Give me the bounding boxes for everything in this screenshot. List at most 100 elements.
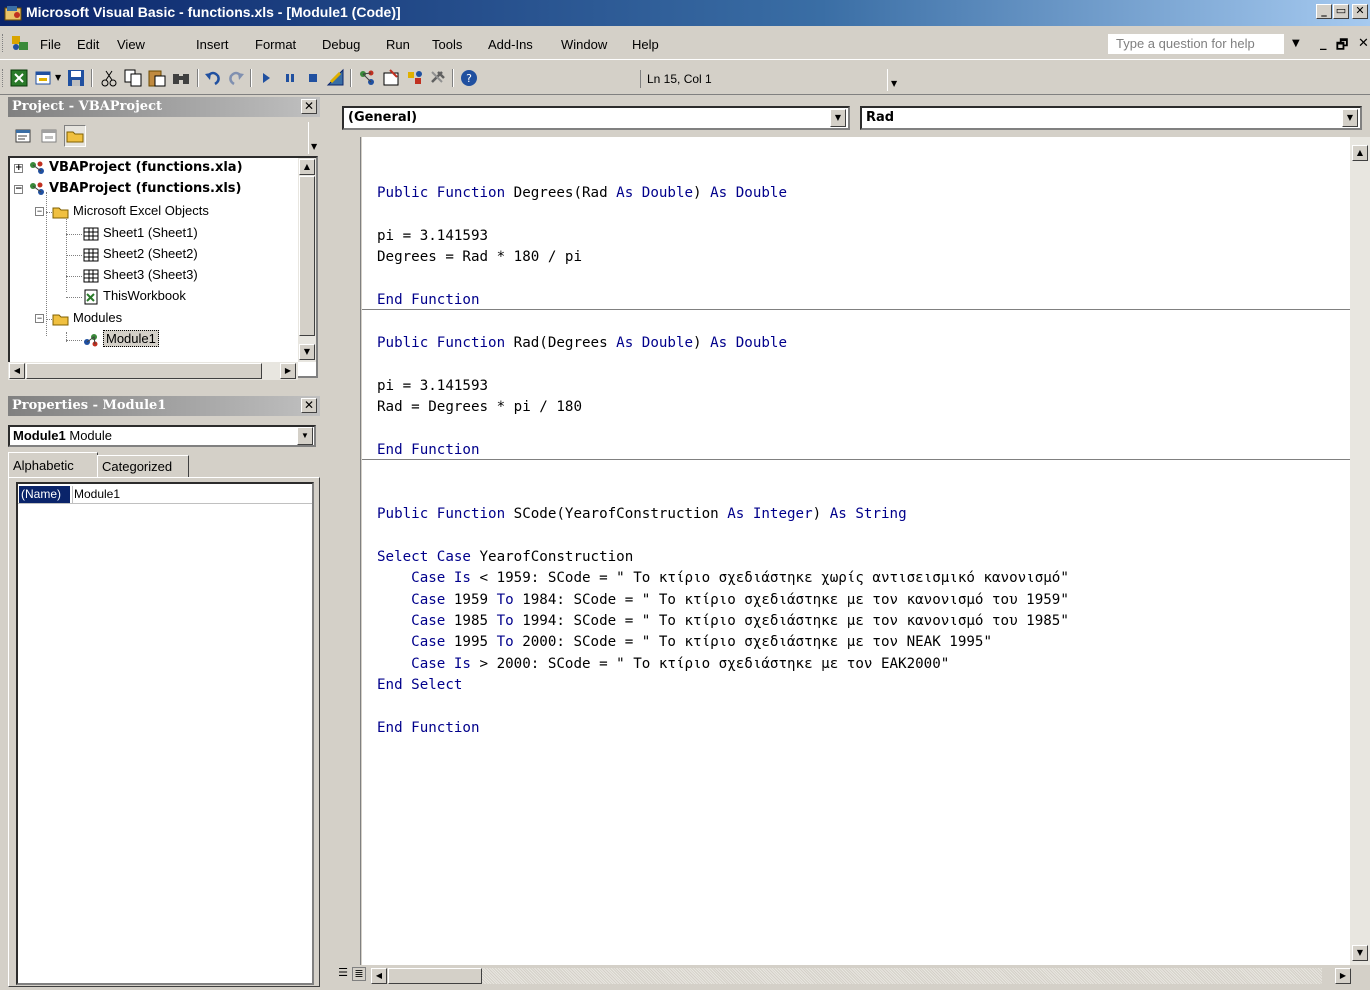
scroll-left-icon[interactable]: ◀ bbox=[9, 363, 25, 379]
insert-userform-icon[interactable] bbox=[33, 68, 53, 88]
undo-icon[interactable] bbox=[203, 68, 223, 88]
code-line[interactable]: Select Case YearofConstruction bbox=[377, 547, 633, 567]
scroll-left-icon[interactable]: ◀ bbox=[371, 968, 387, 984]
toggle-folders-button[interactable] bbox=[64, 125, 86, 147]
run-icon[interactable] bbox=[256, 68, 276, 88]
code-vscroll[interactable]: ▲ ▼ bbox=[1350, 137, 1370, 965]
code-line[interactable]: Public Function SCode(YearofConstruction… bbox=[377, 504, 907, 524]
chevron-down-icon[interactable]: ▼ bbox=[830, 109, 846, 127]
help-search-input[interactable]: Type a question for help bbox=[1108, 34, 1284, 54]
full-module-view-icon[interactable]: ≣ bbox=[352, 967, 366, 981]
project-panel-close-button[interactable]: ✕ bbox=[301, 99, 317, 114]
tab-alphabetic[interactable]: Alphabetic bbox=[8, 452, 98, 478]
menu-insert[interactable]: Insert bbox=[196, 37, 229, 52]
scroll-down-icon[interactable]: ▼ bbox=[299, 344, 315, 360]
copy-icon[interactable] bbox=[123, 68, 143, 88]
toolbar-grip[interactable] bbox=[2, 69, 5, 87]
scroll-down-icon[interactable]: ▼ bbox=[1352, 945, 1368, 961]
menubar-grip[interactable] bbox=[2, 34, 5, 52]
procedure-view-icon[interactable]: ☰ bbox=[336, 967, 350, 981]
mdi-close-button[interactable]: ✕ bbox=[1358, 36, 1369, 51]
object-browser-icon[interactable] bbox=[405, 68, 425, 88]
property-row-name[interactable]: (Name) Module1 bbox=[18, 486, 312, 504]
code-line[interactable]: Public Function Rad(Degrees As Double) A… bbox=[377, 333, 787, 353]
project-explorer-icon[interactable] bbox=[357, 68, 377, 88]
chevron-down-icon[interactable]: ▼ bbox=[297, 427, 313, 445]
collapse-icon[interactable]: − bbox=[35, 207, 44, 216]
mdi-restore-button[interactable]: 🗗 bbox=[1336, 36, 1348, 58]
save-icon[interactable] bbox=[66, 68, 86, 88]
help-icon[interactable]: ? bbox=[459, 68, 479, 88]
code-line[interactable]: Case Is < 1959: SCode = " Το κτίριο σχεδ… bbox=[377, 568, 1069, 588]
project-toolbar-options[interactable]: ▼ bbox=[308, 122, 320, 154]
view-object-button[interactable] bbox=[38, 125, 60, 147]
paste-icon[interactable] bbox=[147, 68, 167, 88]
menu-edit[interactable]: Edit bbox=[77, 37, 99, 52]
expand-icon[interactable]: + bbox=[14, 164, 23, 173]
code-editor[interactable]: Public Function Degrees(Rad As Double) A… bbox=[362, 137, 1350, 965]
tree-item-module1[interactable]: Module1 bbox=[82, 329, 159, 349]
toolbox-icon[interactable] bbox=[428, 68, 448, 88]
properties-panel-close-button[interactable]: ✕ bbox=[301, 398, 317, 413]
tab-categorized[interactable]: Categorized bbox=[97, 455, 189, 478]
scroll-right-icon[interactable]: ▶ bbox=[280, 363, 296, 379]
code-line[interactable]: End Function bbox=[377, 718, 480, 738]
insert-dropdown-icon[interactable]: ▼ bbox=[55, 73, 61, 82]
help-dropdown-icon[interactable]: ▼ bbox=[1292, 38, 1300, 49]
code-margin-indicator-bar[interactable] bbox=[333, 137, 361, 965]
scroll-thumb[interactable] bbox=[26, 363, 262, 379]
mdi-minimize-button[interactable]: _ bbox=[1320, 36, 1327, 51]
tree-item-vbaproject-xls[interactable]: − VBAProject (functions.xls) bbox=[12, 179, 242, 199]
menu-format[interactable]: Format bbox=[255, 37, 296, 52]
cut-icon[interactable] bbox=[99, 68, 119, 88]
restore-button[interactable]: ▭ bbox=[1333, 4, 1349, 19]
menu-file[interactable]: File bbox=[40, 37, 61, 52]
redo-icon[interactable] bbox=[226, 68, 246, 88]
break-icon[interactable] bbox=[280, 68, 300, 88]
minimize-button[interactable]: _ bbox=[1316, 4, 1332, 19]
find-icon[interactable] bbox=[171, 68, 191, 88]
tree-item-sheet1[interactable]: Sheet1 (Sheet1) bbox=[82, 223, 198, 243]
procedure-combo[interactable]: Rad ▼ bbox=[860, 106, 1362, 130]
excel-vba-icon[interactable] bbox=[10, 34, 30, 52]
tree-item-sheet3[interactable]: Sheet3 (Sheet3) bbox=[82, 265, 198, 285]
tree-item-vbaproject-xla[interactable]: + VBAProject (functions.xla) bbox=[12, 158, 243, 178]
scroll-right-icon[interactable]: ▶ bbox=[1335, 968, 1351, 984]
scroll-thumb[interactable] bbox=[299, 176, 315, 336]
code-line[interactable]: End Function bbox=[377, 440, 480, 460]
code-line[interactable]: Case 1995 To 2000: SCode = " Το κτίριο σ… bbox=[377, 632, 992, 652]
code-line[interactable]: pi = 3.141593 bbox=[377, 376, 488, 396]
hscroll-track[interactable] bbox=[482, 968, 1322, 984]
chevron-down-icon[interactable]: ▼ bbox=[1342, 109, 1358, 127]
menu-help[interactable]: Help bbox=[632, 37, 659, 52]
reset-icon[interactable] bbox=[303, 68, 323, 88]
view-code-button[interactable] bbox=[12, 125, 34, 147]
view-excel-icon[interactable] bbox=[9, 68, 29, 88]
code-line[interactable]: Case Is > 2000: SCode = " Το κτίριο σχεδ… bbox=[377, 654, 949, 674]
menu-view[interactable]: View bbox=[117, 37, 145, 52]
code-line[interactable]: Public Function Degrees(Rad As Double) A… bbox=[377, 183, 787, 203]
project-tree-hscroll[interactable]: ◀ ▶ bbox=[8, 362, 298, 380]
object-combo[interactable]: (General) ▼ bbox=[342, 106, 850, 130]
toolbar-options-icon[interactable]: ▼ bbox=[887, 69, 901, 91]
tree-item-sheet2[interactable]: Sheet2 (Sheet2) bbox=[82, 244, 198, 264]
menu-tools[interactable]: Tools bbox=[432, 37, 462, 52]
close-button[interactable]: ✕ bbox=[1352, 4, 1368, 19]
properties-object-combo[interactable]: Module1 Module ▼ bbox=[8, 425, 316, 447]
project-tree-vscroll[interactable]: ▲ ▼ bbox=[298, 158, 316, 362]
tree-item-excel-objects[interactable]: − Microsoft Excel Objects bbox=[32, 201, 209, 221]
code-line[interactable]: Case 1985 To 1994: SCode = " Το κτίριο σ… bbox=[377, 611, 1069, 631]
property-value[interactable]: Module1 bbox=[72, 486, 120, 503]
design-mode-icon[interactable] bbox=[326, 68, 346, 88]
scroll-up-icon[interactable]: ▲ bbox=[1352, 145, 1368, 161]
collapse-icon[interactable]: − bbox=[35, 314, 44, 323]
code-line[interactable]: End Function bbox=[377, 290, 480, 310]
menu-window[interactable]: Window bbox=[561, 37, 607, 52]
tree-item-modules[interactable]: − Modules bbox=[32, 308, 122, 328]
code-line[interactable]: Case 1959 To 1984: SCode = " Το κτίριο σ… bbox=[377, 590, 1069, 610]
code-line[interactable]: Rad = Degrees * pi / 180 bbox=[377, 397, 582, 417]
tree-item-thisworkbook[interactable]: ThisWorkbook bbox=[82, 286, 186, 306]
menu-run[interactable]: Run bbox=[386, 37, 410, 52]
code-line[interactable]: End Select bbox=[377, 675, 462, 695]
collapse-icon[interactable]: − bbox=[14, 185, 23, 194]
